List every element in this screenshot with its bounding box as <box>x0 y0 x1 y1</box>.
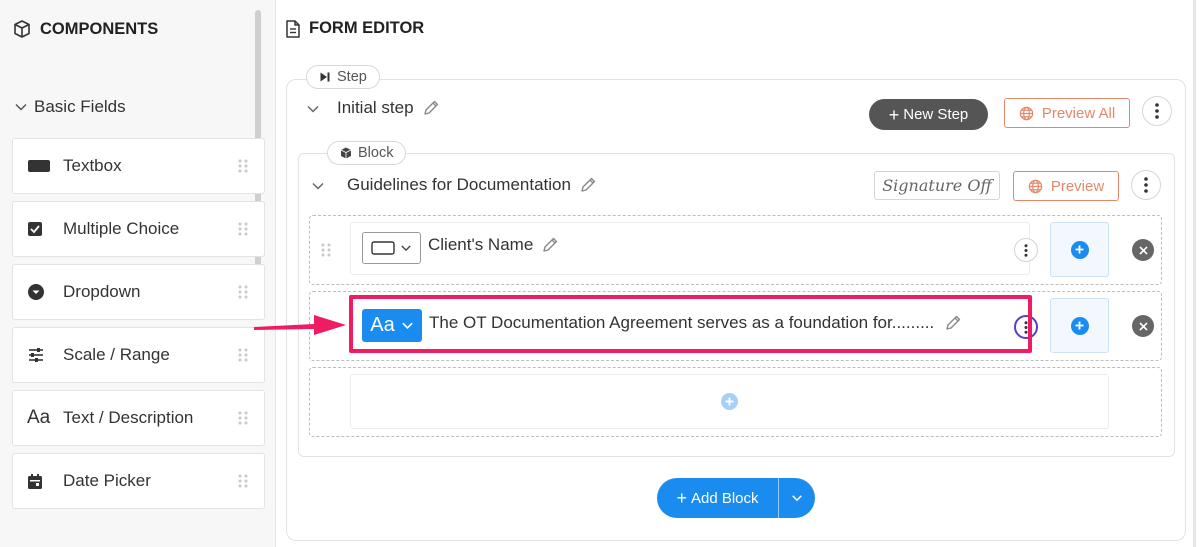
pencil-icon[interactable] <box>541 236 559 254</box>
checkbox-icon <box>27 218 53 240</box>
globe-icon <box>1019 106 1034 120</box>
textbox-icon <box>371 241 395 255</box>
basic-fields-toggle[interactable]: Basic Fields <box>14 97 126 117</box>
remove-field-button[interactable] <box>1132 239 1154 261</box>
new-step-button[interactable]: + New Step <box>869 99 988 130</box>
add-block-dropdown[interactable] <box>779 478 815 518</box>
field-menu-button[interactable] <box>1014 238 1038 262</box>
field-label-text: Client's Name <box>428 235 534 254</box>
sliders-icon <box>27 344 53 366</box>
pointer-arrow-icon <box>254 315 346 335</box>
components-header: COMPONENTS <box>12 19 158 39</box>
plus-circle-icon <box>1070 316 1089 335</box>
preview-all-label: Preview All <box>1041 104 1116 122</box>
chevron-down-icon <box>401 245 411 252</box>
pencil-icon[interactable] <box>422 99 440 117</box>
drag-handle-icon[interactable] <box>321 243 331 257</box>
add-field-button[interactable] <box>1050 222 1109 277</box>
step-tag: Step <box>306 65 380 89</box>
cube-icon <box>14 20 30 38</box>
drag-handle-icon[interactable] <box>238 411 248 425</box>
components-title: COMPONENTS <box>40 19 159 38</box>
drag-handle-icon[interactable] <box>238 159 248 173</box>
block-name: Guidelines for Documentation <box>347 175 597 195</box>
step-name: Initial step <box>337 98 440 118</box>
calendar-icon <box>27 470 53 492</box>
more-vertical-icon <box>1024 243 1028 257</box>
globe-icon <box>1028 179 1043 193</box>
component-label: Scale / Range <box>63 345 170 364</box>
component-date-picker[interactable]: Date Picker <box>12 453 265 509</box>
block-tag-label: Block <box>358 145 394 161</box>
plus-icon: + <box>888 104 900 125</box>
dropdown-icon <box>27 281 53 303</box>
drag-handle-icon[interactable] <box>238 285 248 299</box>
drag-handle-icon[interactable] <box>238 222 248 236</box>
step-forward-icon <box>320 72 330 82</box>
document-icon <box>286 19 300 38</box>
preview-label: Preview <box>1050 177 1105 195</box>
cube-icon <box>340 147 352 159</box>
block-collapse-chevron-icon[interactable] <box>311 179 325 193</box>
component-label: Multiple Choice <box>63 219 180 238</box>
signature-label: Signature Off <box>882 176 992 195</box>
highlight-box <box>349 295 1032 353</box>
add-block-button[interactable]: + Add Block <box>657 478 779 518</box>
preview-all-button[interactable]: Preview All <box>1004 98 1130 128</box>
block-tag: Block <box>327 141 407 165</box>
step-name-text: Initial step <box>337 98 414 117</box>
components-panel: COMPONENTS Basic Fields Textbox Multiple… <box>0 0 276 547</box>
chevron-down-icon <box>15 103 27 111</box>
textbox-icon <box>27 155 53 177</box>
drag-handle-icon[interactable] <box>238 348 248 362</box>
step-tag-label: Step <box>337 69 367 85</box>
editor-scrollbar[interactable] <box>1193 0 1196 547</box>
field-type-select[interactable] <box>362 232 421 264</box>
new-step-label: New Step <box>903 106 969 123</box>
add-block-split-button: + Add Block <box>657 478 815 518</box>
component-label: Textbox <box>63 156 122 175</box>
component-text-description[interactable]: Aa Text / Description <box>12 390 265 446</box>
plus-icon: + <box>676 488 687 508</box>
form-editor-title: FORM EDITOR <box>309 19 425 37</box>
close-icon <box>1138 321 1148 331</box>
add-field-slot[interactable] <box>350 374 1109 429</box>
step-collapse-chevron-icon[interactable] <box>306 102 320 116</box>
remove-field-button[interactable] <box>1132 315 1154 337</box>
add-block-label: Add Block <box>690 489 759 507</box>
preview-button[interactable]: Preview <box>1013 171 1119 201</box>
block-name-text: Guidelines for Documentation <box>347 175 571 194</box>
close-icon <box>1138 245 1148 255</box>
plus-circle-icon <box>721 393 738 410</box>
more-vertical-icon <box>1144 177 1148 193</box>
field-label[interactable]: Client's Name <box>428 235 559 255</box>
component-textbox[interactable]: Textbox <box>12 138 265 194</box>
component-multiple-choice[interactable]: Multiple Choice <box>12 201 265 257</box>
add-field-button[interactable] <box>1050 298 1109 353</box>
step-menu-button[interactable] <box>1142 96 1172 126</box>
basic-fields-label: Basic Fields <box>34 97 126 116</box>
signature-toggle[interactable]: Signature Off <box>874 171 1000 200</box>
drag-handle-icon[interactable] <box>238 474 248 488</box>
form-editor-header: FORM EDITOR <box>285 19 424 38</box>
pencil-icon[interactable] <box>579 176 597 194</box>
component-dropdown[interactable]: Dropdown <box>12 264 265 320</box>
block-menu-button[interactable] <box>1131 170 1161 200</box>
component-label: Text / Description <box>63 408 194 427</box>
component-label: Dropdown <box>63 282 141 301</box>
component-label: Date Picker <box>63 471 151 490</box>
text-aa-icon: Aa <box>27 407 51 428</box>
more-vertical-icon <box>1155 103 1159 119</box>
component-scale-range[interactable]: Scale / Range <box>12 327 265 383</box>
plus-circle-icon <box>1070 240 1089 259</box>
chevron-down-icon <box>792 495 802 502</box>
